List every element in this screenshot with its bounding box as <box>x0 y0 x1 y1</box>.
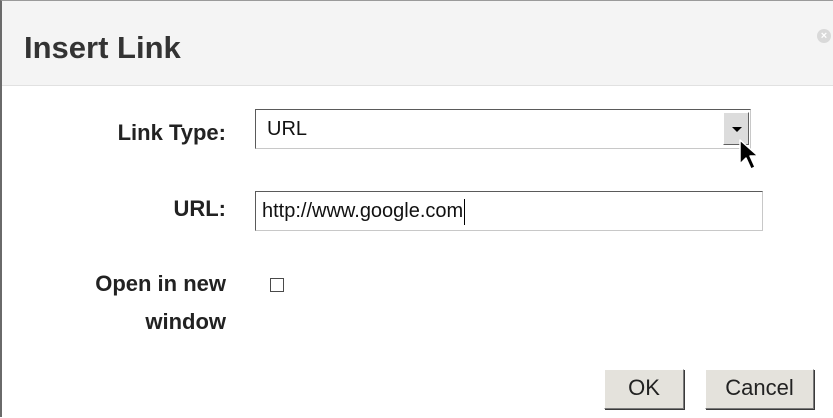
ok-button[interactable]: OK <box>604 369 684 409</box>
mouse-pointer-icon <box>739 139 759 170</box>
link-type-label: Link Type: <box>117 120 226 145</box>
url-value: http://www.google.com <box>262 197 466 225</box>
open-new-window-checkbox[interactable] <box>270 278 284 292</box>
dialog-title-bar: Insert Link × <box>2 1 833 86</box>
insert-link-dialog: Insert Link × Link Type: URL URL: http:/… <box>0 0 833 417</box>
link-type-value: URL <box>267 118 308 140</box>
url-label: URL: <box>173 196 226 221</box>
open-new-window-label: Open in new window <box>95 271 226 334</box>
url-input[interactable]: http://www.google.com <box>255 191 763 231</box>
dialog-title: Insert Link <box>24 30 181 65</box>
close-icon[interactable]: × <box>817 29 831 43</box>
link-type-select[interactable]: URL <box>255 109 751 149</box>
cancel-button[interactable]: Cancel <box>705 369 814 409</box>
